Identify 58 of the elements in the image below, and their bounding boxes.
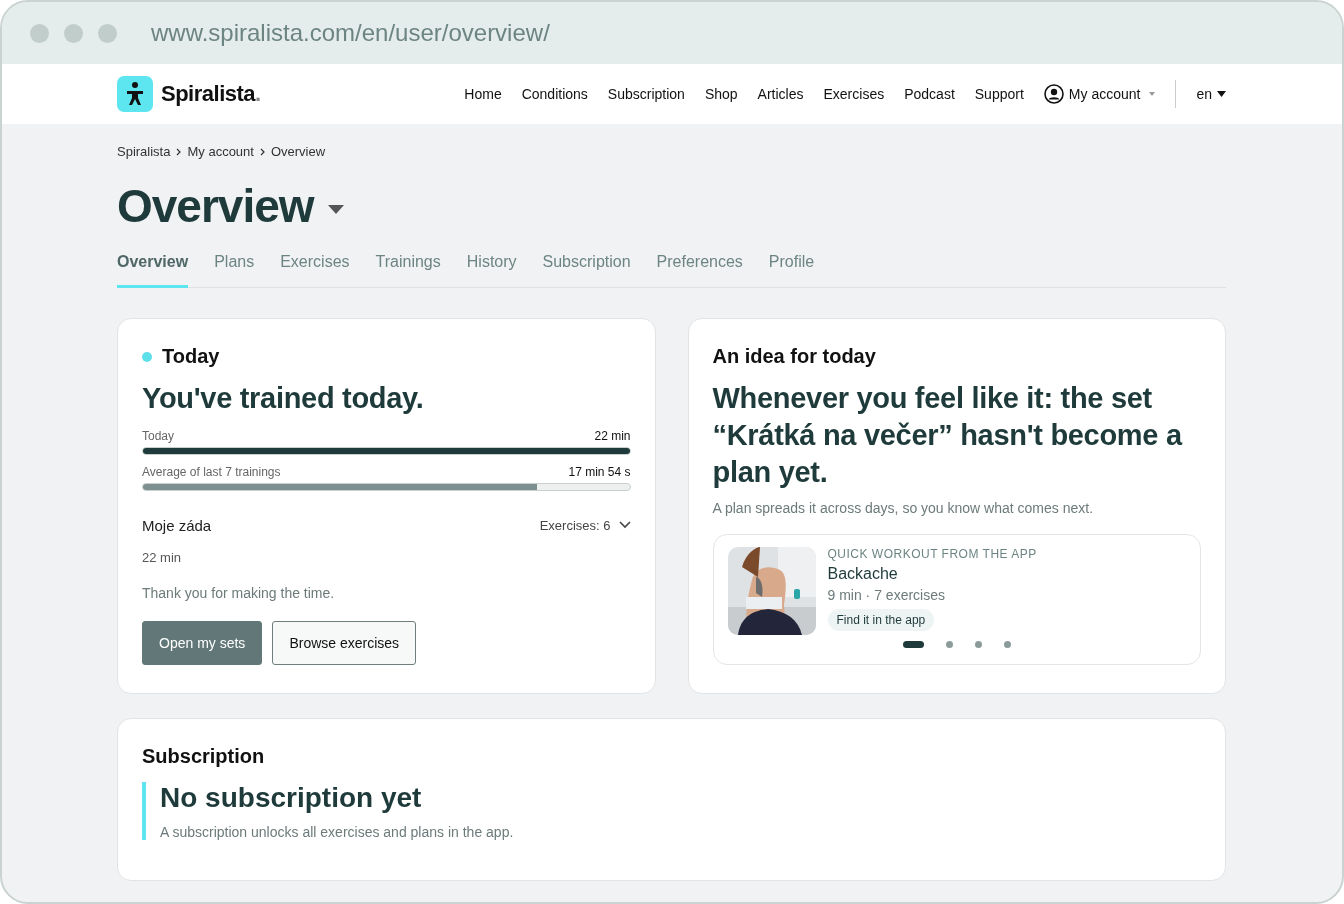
carousel-dot[interactable]: [1003, 641, 1011, 649]
chevron-icon: [259, 147, 265, 156]
logo-icon[interactable]: [117, 76, 153, 112]
logo-text[interactable]: Spiralista.: [161, 81, 261, 107]
nav-link[interactable]: Exercises: [823, 86, 885, 102]
tab[interactable]: Exercises: [280, 253, 350, 288]
nav-link[interactable]: Podcast: [904, 86, 955, 102]
subscription-description: A subscription unlocks all exercises and plans in the app.: [160, 824, 515, 841]
tab[interactable]: History: [466, 253, 517, 288]
tab[interactable]: Profile: [768, 253, 815, 288]
tab[interactable]: Trainings: [375, 253, 441, 288]
card-headline: Whenever you feel like it: the set “Krátká na večer” hasn't become a plan yet.: [712, 381, 1184, 490]
card-title: Subscription: [142, 745, 266, 769]
tab[interactable]: Subscription: [542, 253, 631, 288]
caret-icon[interactable]: [327, 205, 344, 215]
carousel-dot[interactable]: [945, 641, 953, 649]
breadcrumb-link[interactable]: Overview: [270, 144, 326, 159]
account-menu[interactable]: My account: [1043, 84, 1156, 104]
chevron-down-icon: [618, 521, 631, 530]
subscription-status: No subscription yet: [160, 782, 423, 815]
chevron-icon: [176, 147, 182, 156]
find-in-app-link[interactable]: Find it in the app: [827, 609, 935, 632]
status-dot: [142, 351, 152, 362]
user-icon: [1043, 84, 1064, 104]
nav-link[interactable]: Shop: [704, 86, 738, 102]
nav-link[interactable]: Subscription: [607, 86, 685, 102]
exercises-toggle[interactable]: Exercises: 6: [539, 517, 631, 533]
thanks-message: Thank you for making the time.: [142, 584, 336, 601]
open-sets-button[interactable]: Open my sets: [142, 620, 263, 665]
nav-link[interactable]: Articles: [757, 86, 804, 102]
language-menu[interactable]: en: [1196, 86, 1226, 102]
nav-link[interactable]: Conditions: [521, 86, 588, 102]
card-title: Today: [162, 345, 220, 368]
caret-icon: [1217, 91, 1226, 97]
tab[interactable]: Plans: [214, 253, 255, 288]
tab[interactable]: Overview: [117, 253, 189, 288]
nav-link[interactable]: Support: [974, 86, 1024, 102]
page-title: Overview: [117, 179, 314, 233]
carousel-dot[interactable]: [974, 641, 982, 649]
card-title: An idea for today: [712, 345, 877, 368]
card-headline: You've trained today.: [142, 381, 425, 416]
workout-name: Backache: [827, 565, 898, 584]
progress-label: Average of last 7 trainings: [142, 464, 281, 479]
workout-card[interactable]: QUICK WORKOUT FROM THE APP Backache 9 min · 7 exercises Find it in the app: [712, 534, 1201, 666]
browse-button[interactable]: Browse exercises: [272, 620, 417, 665]
progress-reading: 17 min 54 s: [568, 464, 631, 479]
caret-icon: [1149, 92, 1156, 96]
nav-link[interactable]: Home: [464, 86, 502, 102]
workout-category: QUICK WORKOUT FROM THE APP: [827, 547, 1037, 562]
progress-reading: 22 min: [594, 428, 631, 443]
tab[interactable]: Preferences: [656, 253, 743, 288]
card-description: A plan spreads it across days, so you know what comes next.: [712, 500, 1095, 517]
breadcrumb-link[interactable]: Spiralista: [117, 144, 171, 159]
workout-meta: 9 min · 7 exercises: [827, 587, 945, 604]
breadcrumb-link[interactable]: My account: [187, 144, 254, 159]
progress-label: Today: [142, 428, 175, 443]
set-name: Moje záda: [142, 516, 212, 534]
set-duration: 22 min: [142, 549, 183, 565]
